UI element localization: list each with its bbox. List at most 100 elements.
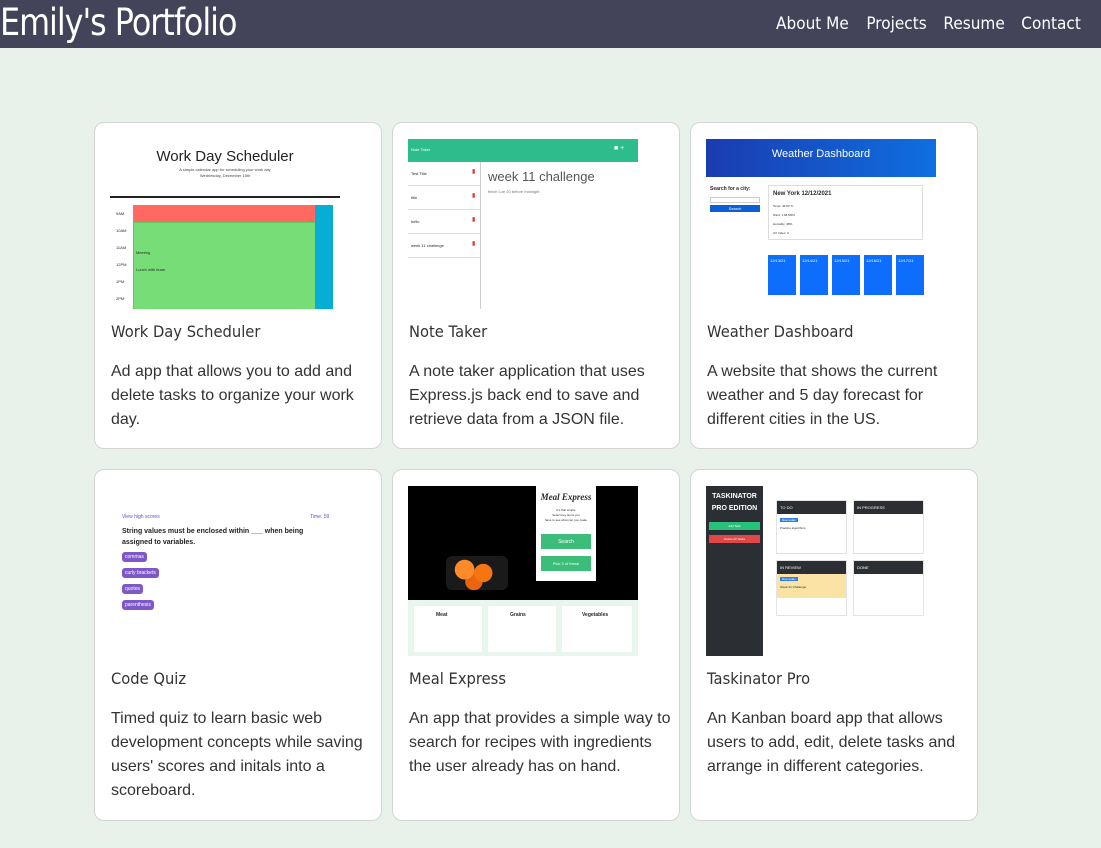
task-text: Practice algorithms bbox=[780, 526, 806, 530]
forecast-date: 12/16/21 bbox=[866, 258, 882, 263]
hour-label: 11AM bbox=[116, 245, 127, 250]
note-list: Test Title ▮ title ▮ hello ▮ week 11 challe… bbox=[408, 162, 481, 309]
answer-option: curly brackets bbox=[122, 568, 159, 578]
forecast-day: 12/13/21 bbox=[768, 255, 796, 295]
project-screenshot[interactable]: View high scores Time: 59 String values … bbox=[110, 486, 340, 656]
nav-contact[interactable]: Contact bbox=[1021, 14, 1081, 34]
entry-text: Meeting bbox=[136, 250, 151, 255]
kanban-column: TO DO Due today Practice algorithms bbox=[776, 500, 847, 554]
search-button: Search bbox=[710, 205, 760, 212]
note-body: finish Lue 20 before midnight bbox=[488, 189, 540, 194]
project-description: A website that shows the current weather… bbox=[707, 363, 938, 428]
project-card-meal-express[interactable]: Meal Express It's that simple Select key… bbox=[392, 469, 680, 821]
category-panel: Meat Grains Vegetables bbox=[408, 600, 638, 656]
nav-about-me[interactable]: About Me bbox=[776, 14, 849, 34]
category-card: Meat bbox=[414, 606, 482, 652]
answer-option: commas bbox=[122, 552, 147, 562]
category-title: Meat bbox=[436, 612, 448, 618]
search-panel: Meal Express It's that simple Select key… bbox=[536, 486, 596, 581]
note-title: Test Title bbox=[411, 171, 427, 176]
hour-label: 9AM bbox=[116, 211, 125, 216]
answer-option: quotes bbox=[122, 584, 144, 594]
nav-projects[interactable]: Projects bbox=[866, 14, 926, 34]
hour-column: 9AM 10AM 11AM 12PM 1PM 2PM bbox=[110, 205, 134, 309]
column-header: DONE bbox=[854, 561, 923, 574]
project-screenshot[interactable]: Meal Express It's that simple Select key… bbox=[408, 486, 638, 656]
column-header: IN REVIEW bbox=[777, 561, 846, 574]
project-title: Meal Express bbox=[409, 669, 507, 688]
main-nav: About Me Projects Resume Contact bbox=[772, 0, 1084, 48]
note-title: week 11 challenge bbox=[411, 243, 444, 248]
pick-button: Pick 3 of these bbox=[541, 556, 591, 571]
preview-app-title: Note Taker bbox=[411, 147, 431, 152]
quiz-timer: Time: 59 bbox=[310, 514, 330, 520]
project-screenshot[interactable]: Weather Dashboard Search for a city: Sea… bbox=[706, 139, 936, 309]
kanban-column: IN PROGRESS bbox=[853, 500, 924, 554]
project-title: Code Quiz bbox=[111, 669, 187, 688]
category-card: Grains bbox=[488, 606, 556, 652]
column-title: TO DO bbox=[780, 505, 793, 510]
quiz-question: String values must be enclosed within __… bbox=[122, 528, 304, 546]
project-description: Timed quiz to learn basic web developmen… bbox=[111, 710, 363, 799]
trash-icon: ▮ bbox=[472, 193, 476, 199]
divider bbox=[110, 196, 340, 198]
list-item: hello ▮ bbox=[408, 210, 480, 234]
project-screenshot[interactable]: TASKINATOR PRO EDITION Add Task Delete A… bbox=[706, 486, 936, 656]
forecast-day: 12/14/21 bbox=[800, 255, 828, 295]
column-title: IN REVIEW bbox=[780, 565, 801, 570]
kanban-column: IN REVIEW Due today Week 21 Challenge bbox=[776, 560, 847, 616]
column-header: TO DO bbox=[777, 501, 846, 514]
current-weather: New York 12/12/2021 Temp: 46.83 °F Wind:… bbox=[768, 185, 923, 240]
project-card-note-taker[interactable]: Note Taker ■ + Test Title ▮ title ▮ hello ▮… bbox=[392, 122, 680, 449]
preview-header: Weather Dashboard bbox=[706, 139, 936, 177]
answer-option: parenthesis bbox=[122, 600, 154, 610]
category-card: Vegetables bbox=[562, 606, 632, 652]
delete-all-button: Delete All Tasks bbox=[709, 535, 760, 543]
search-button-label: Search bbox=[558, 539, 574, 545]
project-title: Weather Dashboard bbox=[707, 322, 854, 341]
list-item: Test Title ▮ bbox=[408, 162, 480, 186]
delete-all-label: Delete All Tasks bbox=[723, 537, 746, 541]
city-name: New York 12/12/2021 bbox=[773, 191, 832, 197]
add-task-button: Add Task bbox=[709, 522, 760, 530]
kanban-column: DONE bbox=[853, 560, 924, 616]
forecast-date: 12/14/21 bbox=[802, 258, 818, 263]
project-card-code-quiz[interactable]: View high scores Time: 59 String values … bbox=[94, 469, 382, 821]
project-title: Work Day Scheduler bbox=[111, 322, 261, 341]
site-title[interactable]: Emily's Portfolio bbox=[0, 0, 237, 48]
hour-label: 1PM bbox=[116, 279, 125, 284]
project-description: An Kanban board app that allows users to… bbox=[707, 710, 956, 775]
search-button-label: Search bbox=[728, 206, 742, 211]
hour-label: 12PM bbox=[116, 262, 127, 267]
task-text: Week 21 Challenge bbox=[780, 585, 807, 589]
high-scores-link: View high scores bbox=[122, 514, 160, 520]
column-title: IN PROGRESS bbox=[857, 505, 885, 510]
forecast-day: 12/17/21 bbox=[896, 255, 924, 295]
project-description: Ad app that allows you to add and delete… bbox=[111, 363, 354, 428]
project-title: Taskinator Pro bbox=[707, 669, 811, 688]
project-card-weather-dashboard[interactable]: Weather Dashboard Search for a city: Sea… bbox=[690, 122, 978, 449]
add-task-label: Add Task bbox=[728, 524, 741, 528]
hour-rows-future: Meeting Lunch with team bbox=[134, 222, 315, 309]
project-screenshot[interactable]: Work Day Scheduler A simple calendar app… bbox=[110, 139, 340, 309]
project-card-taskinator-pro[interactable]: TASKINATOR PRO EDITION Add Task Delete A… bbox=[690, 469, 978, 821]
category-title: Vegetables bbox=[582, 612, 609, 618]
nav-resume[interactable]: Resume bbox=[943, 14, 1004, 34]
category-title: Grains bbox=[510, 612, 526, 618]
search-input bbox=[710, 197, 760, 203]
tagline: have to see what can you make bbox=[544, 518, 588, 522]
project-card-work-day-scheduler[interactable]: Work Day Scheduler A simple calendar app… bbox=[94, 122, 382, 449]
project-screenshot[interactable]: Note Taker ■ + Test Title ▮ title ▮ hello ▮… bbox=[408, 139, 638, 309]
column-header: IN PROGRESS bbox=[854, 501, 923, 514]
weather-stat: Humidity: 48% bbox=[773, 222, 793, 226]
task-card: Due today Week 21 Challenge bbox=[777, 574, 846, 598]
preview-subtitle: A simple calendar app for scheduling you… bbox=[179, 167, 271, 172]
pick-button-label: Pick 3 of these bbox=[552, 561, 580, 566]
search-label: Search for a city: bbox=[710, 186, 751, 192]
search-button: Search bbox=[541, 534, 591, 549]
note-title: hello bbox=[411, 219, 420, 224]
preview-sidebar: TASKINATOR PRO EDITION Add Task Delete A… bbox=[706, 486, 763, 656]
list-item: week 11 challenge ▮ bbox=[408, 234, 480, 258]
top-navbar: Emily's Portfolio About Me Projects Resu… bbox=[0, 0, 1101, 48]
weather-stat: Wind: 1.68 MPH bbox=[773, 213, 795, 217]
